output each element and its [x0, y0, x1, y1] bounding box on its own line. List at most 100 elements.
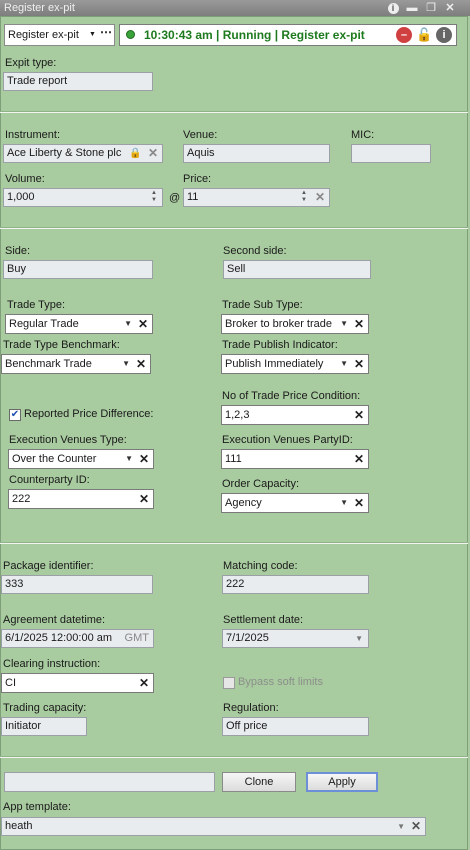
- close-icon[interactable]: ✕: [443, 1, 457, 15]
- app-select-value: Register ex-pit: [8, 29, 79, 41]
- counterparty-id-label: Counterparty ID:: [9, 474, 90, 486]
- trade-publish-indicator-value: Publish Immediately: [225, 358, 324, 370]
- agreement-datetime-field[interactable]: 6/1/2025 12:00:00 am GMT: [1, 629, 154, 648]
- clear-trade-type-benchmark-icon[interactable]: ✕: [136, 355, 146, 373]
- trading-capacity-label: Trading capacity:: [3, 702, 87, 714]
- reported-price-difference-checkbox[interactable]: ✔: [9, 409, 21, 421]
- section-divider: [0, 111, 468, 113]
- minimize-icon[interactable]: ▬: [405, 1, 419, 15]
- settlement-date-select[interactable]: 7/1/2025 ▼: [222, 629, 369, 648]
- apply-button[interactable]: Apply: [306, 772, 378, 792]
- trade-sub-type-label: Trade Sub Type:: [222, 299, 303, 311]
- instrument-value: Ace Liberty & Stone plc: [7, 147, 122, 159]
- footer-note-field: [4, 772, 215, 792]
- clear-trade-price-condition-icon[interactable]: ✕: [354, 406, 364, 424]
- clear-execution-venues-party-id-icon[interactable]: ✕: [354, 450, 364, 468]
- mic-field: [351, 144, 431, 163]
- regulation-field: Off price: [222, 717, 369, 736]
- volume-value: 1,000: [7, 191, 35, 203]
- price-value: 11: [187, 191, 199, 203]
- execution-venues-type-value: Over the Counter: [12, 453, 97, 465]
- order-capacity-select[interactable]: Agency ▼ ✕: [221, 493, 369, 513]
- info-icon[interactable]: i: [436, 27, 452, 43]
- app-template-select[interactable]: heath ▼ ✕: [1, 817, 426, 836]
- clear-trade-publish-indicator-icon[interactable]: ✕: [354, 355, 364, 373]
- trade-type-benchmark-value: Benchmark Trade: [5, 358, 92, 370]
- counterparty-id-value: 222: [12, 493, 31, 505]
- chevron-down-icon: ▼: [125, 454, 133, 463]
- app-template-label: App template:: [3, 801, 71, 813]
- side-label: Side:: [5, 245, 31, 257]
- execution-venues-type-select[interactable]: Over the Counter ▼ ✕: [8, 449, 154, 469]
- execution-venues-party-id-field[interactable]: 111 ✕: [221, 449, 369, 469]
- venue-label: Venue:: [183, 129, 218, 141]
- agreement-datetime-value: 6/1/2025 12:00:00 am: [5, 632, 113, 644]
- chevron-down-icon: ▼: [89, 31, 96, 38]
- execution-venues-party-id-value: 111: [225, 453, 242, 465]
- app-select[interactable]: Register ex-pit ▼ ⋯: [4, 24, 115, 46]
- side-field: Buy: [3, 260, 153, 279]
- expit-type-field: Trade report: [3, 72, 153, 91]
- clearing-instruction-label: Clearing instruction:: [3, 658, 101, 670]
- section-divider: [0, 227, 468, 229]
- venue-field: Aquis: [183, 144, 330, 163]
- clear-trade-type-icon[interactable]: ✕: [138, 315, 148, 333]
- trade-sub-type-value: Broker to broker trade: [225, 318, 332, 330]
- clone-button[interactable]: Clone: [222, 772, 296, 792]
- trade-type-benchmark-select[interactable]: Benchmark Trade ▼ ✕: [1, 354, 151, 374]
- clear-execution-venues-type-icon[interactable]: ✕: [139, 450, 149, 468]
- timezone-badge: GMT: [124, 632, 149, 644]
- app-template-value: heath: [5, 820, 33, 832]
- unlock-icon[interactable]: 🔓: [416, 27, 432, 43]
- stop-icon[interactable]: –: [396, 27, 412, 43]
- clear-app-template-icon[interactable]: ✕: [411, 818, 421, 835]
- chevron-down-icon: ▼: [340, 359, 348, 368]
- running-status-icon: [126, 30, 135, 39]
- trade-publish-indicator-select[interactable]: Publish Immediately ▼ ✕: [221, 354, 369, 374]
- volume-field[interactable]: 1,000 ▲ ▼: [3, 188, 163, 207]
- settlement-date-value: 7/1/2025: [226, 632, 269, 644]
- clear-counterparty-id-icon[interactable]: ✕: [139, 490, 149, 508]
- more-icon[interactable]: ⋯: [100, 22, 112, 42]
- second-side-field: Sell: [223, 260, 371, 279]
- trade-sub-type-select[interactable]: Broker to broker trade ▼ ✕: [221, 314, 369, 334]
- order-capacity-label: Order Capacity:: [222, 478, 300, 490]
- clear-order-capacity-icon[interactable]: ✕: [354, 494, 364, 512]
- order-capacity-value: Agency: [225, 497, 262, 509]
- status-text: 10:30:43 am | Running | Register ex-pit: [144, 28, 365, 42]
- section-divider: [0, 542, 468, 544]
- expit-type-label: Expit type:: [5, 57, 57, 69]
- window-title: Register ex-pit: [4, 2, 75, 14]
- price-field[interactable]: 11 ▲ ▼ ✕: [183, 188, 330, 207]
- clearing-instruction-field[interactable]: CI ✕: [1, 673, 154, 693]
- trade-type-label: Trade Type:: [7, 299, 66, 311]
- trade-type-value: Regular Trade: [9, 318, 79, 330]
- clear-trade-sub-type-icon[interactable]: ✕: [354, 315, 364, 333]
- at-symbol: @: [169, 192, 181, 204]
- package-identifier-label: Package identifier:: [3, 560, 94, 572]
- second-side-label: Second side:: [223, 245, 287, 257]
- reported-price-difference-label: Reported Price Difference:: [24, 408, 154, 420]
- chevron-down-icon: ▼: [355, 634, 363, 643]
- chevron-down-icon: ▼: [397, 822, 405, 831]
- clear-price-icon[interactable]: ✕: [315, 189, 325, 206]
- package-identifier-field: 333: [1, 575, 153, 594]
- execution-venues-party-id-label: Execution Venues PartyID:: [222, 434, 353, 446]
- chevron-down-icon: ▼: [122, 359, 130, 368]
- price-label: Price:: [183, 173, 212, 185]
- clear-instrument-icon[interactable]: ✕: [148, 145, 158, 162]
- price-spinner-icon[interactable]: ▲ ▼: [301, 190, 307, 204]
- execution-venues-type-label: Execution Venues Type:: [9, 434, 127, 446]
- trade-price-condition-field[interactable]: 1,2,3 ✕: [221, 405, 369, 425]
- info-icon[interactable]: i: [386, 1, 400, 15]
- instrument-label: Instrument:: [5, 129, 61, 141]
- counterparty-id-field[interactable]: 222 ✕: [8, 489, 154, 509]
- restore-icon[interactable]: ❐: [424, 1, 438, 15]
- chevron-down-icon: ▼: [340, 319, 348, 328]
- instrument-field[interactable]: Ace Liberty & Stone plc 🔒 ✕: [3, 144, 163, 163]
- volume-spinner-icon[interactable]: ▲ ▼: [151, 190, 157, 204]
- clear-clearing-instruction-icon[interactable]: ✕: [139, 674, 149, 692]
- trade-type-select[interactable]: Regular Trade ▼ ✕: [5, 314, 153, 334]
- bypass-soft-limits-checkbox[interactable]: [223, 677, 235, 689]
- regulation-label: Regulation:: [223, 702, 279, 714]
